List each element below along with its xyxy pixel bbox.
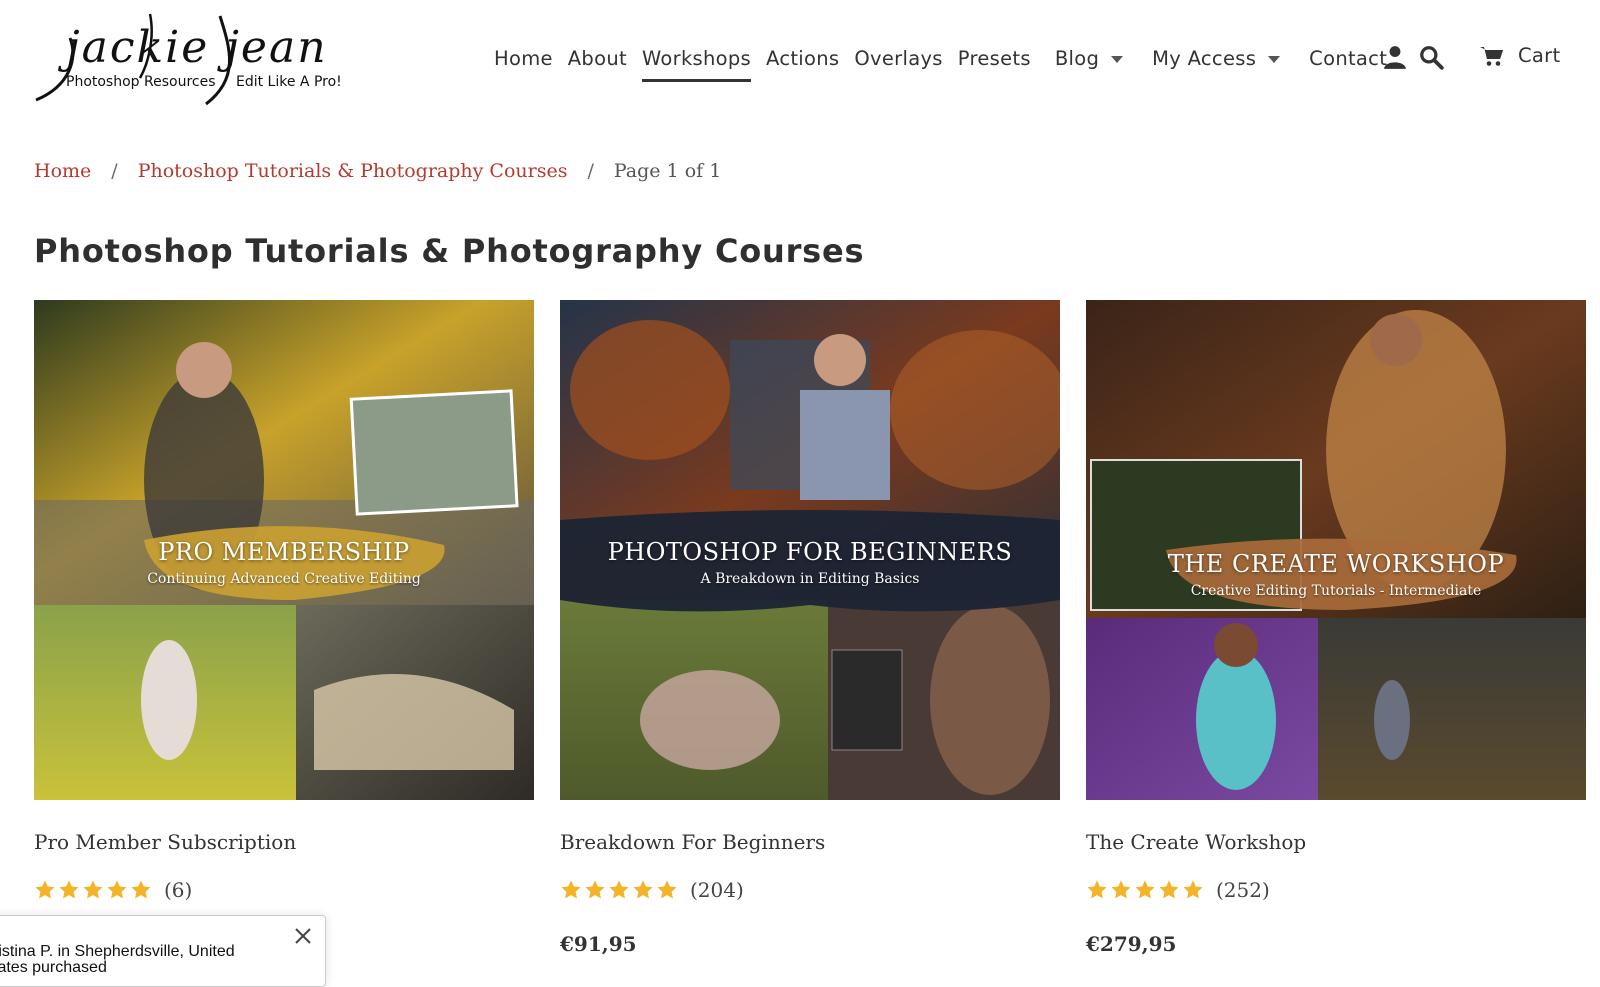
nav-workshops[interactable]: Workshops bbox=[641, 47, 752, 82]
chevron-down-icon bbox=[1268, 55, 1281, 63]
product-name[interactable]: Breakdown For Beginners bbox=[560, 830, 825, 854]
popup-line-1: ristina P. in Shepherdsville, United bbox=[0, 943, 235, 960]
product-rating: (204) bbox=[560, 878, 744, 902]
product-name[interactable]: The Create Workshop bbox=[1086, 830, 1306, 854]
product-price: €91,95 bbox=[560, 932, 637, 956]
star-icon bbox=[1134, 879, 1156, 901]
review-count[interactable]: (204) bbox=[690, 878, 744, 902]
product-price: €279,95 bbox=[1086, 932, 1177, 956]
star-rating bbox=[1086, 879, 1206, 901]
star-icon bbox=[1110, 879, 1132, 901]
site-logo[interactable]: jackie jean Photoshop Resources Edit Lik… bbox=[30, 8, 360, 106]
banner-title: THE CREATE WORKSHOP bbox=[1167, 550, 1505, 578]
star-icon bbox=[656, 879, 678, 901]
review-count[interactable]: (252) bbox=[1216, 878, 1270, 902]
cart-icon bbox=[1480, 46, 1503, 66]
nav-actions[interactable]: Actions bbox=[766, 47, 839, 70]
star-icon bbox=[1158, 879, 1180, 901]
cart-label: Cart bbox=[1518, 44, 1561, 67]
banner-title: PRO MEMBERSHIP bbox=[158, 538, 410, 566]
nav-contact[interactable]: Contact bbox=[1309, 47, 1387, 70]
product-rating: (6) bbox=[34, 878, 192, 902]
nav-my-access[interactable]: My Access bbox=[1152, 46, 1281, 70]
search-icon[interactable] bbox=[1418, 44, 1444, 70]
logo-script: jackie jean bbox=[57, 22, 328, 73]
banner-subtitle: Creative Editing Tutorials - Intermediat… bbox=[1190, 583, 1482, 599]
nav-presets[interactable]: Presets bbox=[958, 47, 1031, 70]
star-rating bbox=[560, 879, 680, 901]
star-icon bbox=[560, 879, 582, 901]
breadcrumb: Home / Photoshop Tutorials & Photography… bbox=[34, 160, 721, 182]
logo-tagline-left: Photoshop Resources bbox=[66, 74, 216, 90]
breadcrumb-home[interactable]: Home bbox=[34, 160, 91, 182]
user-icon[interactable] bbox=[1382, 44, 1408, 70]
product-rating: (252) bbox=[1086, 878, 1270, 902]
star-icon bbox=[584, 879, 606, 901]
popup-message: ristina P. in Shepherdsville, United tat… bbox=[0, 944, 263, 976]
banner-title: PHOTOSHOP FOR BEGINNERS bbox=[607, 538, 1013, 566]
star-icon bbox=[58, 879, 80, 901]
star-icon bbox=[1182, 879, 1204, 901]
star-icon bbox=[130, 879, 152, 901]
breadcrumb-collection[interactable]: Photoshop Tutorials & Photography Course… bbox=[138, 160, 568, 182]
nav-my-access-label: My Access bbox=[1152, 46, 1257, 70]
star-rating bbox=[34, 879, 154, 901]
product-name[interactable]: Pro Member Subscription bbox=[34, 830, 296, 854]
product-image[interactable]: PHOTOSHOP FOR BEGINNERS A Breakdown in E… bbox=[560, 300, 1060, 800]
popup-line-2: tates purchased bbox=[0, 959, 107, 976]
main-nav: Home About Workshops Actions Overlays Pr… bbox=[494, 40, 1402, 82]
banner-subtitle: A Breakdown in Editing Basics bbox=[700, 571, 920, 587]
star-icon bbox=[106, 879, 128, 901]
nav-home[interactable]: Home bbox=[494, 47, 553, 70]
breadcrumb-separator: / bbox=[111, 160, 118, 182]
recent-purchase-popup[interactable]: ristina P. in Shepherdsville, United tat… bbox=[0, 915, 326, 987]
star-icon bbox=[82, 879, 104, 901]
chevron-down-icon bbox=[1111, 55, 1124, 63]
nav-overlays[interactable]: Overlays bbox=[854, 47, 942, 70]
product-image[interactable]: PRO MEMBERSHIP Continuing Advanced Creat… bbox=[34, 300, 534, 800]
product-image[interactable]: THE CREATE WORKSHOP Creative Editing Tut… bbox=[1086, 300, 1586, 800]
star-icon bbox=[632, 879, 654, 901]
product-banner: PHOTOSHOP FOR BEGINNERS A Breakdown in E… bbox=[560, 538, 1060, 587]
breadcrumb-separator: / bbox=[587, 160, 594, 182]
nav-blog-label: Blog bbox=[1054, 46, 1100, 70]
breadcrumb-current: Page 1 of 1 bbox=[613, 160, 722, 182]
review-count[interactable]: (6) bbox=[164, 878, 192, 902]
star-icon bbox=[608, 879, 630, 901]
product-banner: THE CREATE WORKSHOP Creative Editing Tut… bbox=[1086, 550, 1586, 599]
product-banner: PRO MEMBERSHIP Continuing Advanced Creat… bbox=[34, 538, 534, 587]
star-icon bbox=[34, 879, 56, 901]
star-icon bbox=[1086, 879, 1108, 901]
logo-tagline-right: Edit Like A Pro! bbox=[236, 74, 342, 90]
page-title: Photoshop Tutorials & Photography Course… bbox=[34, 232, 865, 270]
product-card[interactable]: PRO MEMBERSHIP Continuing Advanced Creat… bbox=[34, 300, 534, 902]
close-icon[interactable] bbox=[293, 926, 313, 946]
product-card[interactable]: THE CREATE WORKSHOP Creative Editing Tut… bbox=[1086, 300, 1586, 956]
product-card[interactable]: PHOTOSHOP FOR BEGINNERS A Breakdown in E… bbox=[560, 300, 1060, 956]
cart-link[interactable]: Cart bbox=[1480, 44, 1560, 67]
nav-about[interactable]: About bbox=[568, 47, 627, 70]
logo-graphic: jackie jean Photoshop Resources Edit Lik… bbox=[35, 13, 342, 106]
nav-blog[interactable]: Blog bbox=[1054, 46, 1124, 70]
banner-subtitle: Continuing Advanced Creative Editing bbox=[147, 571, 421, 587]
